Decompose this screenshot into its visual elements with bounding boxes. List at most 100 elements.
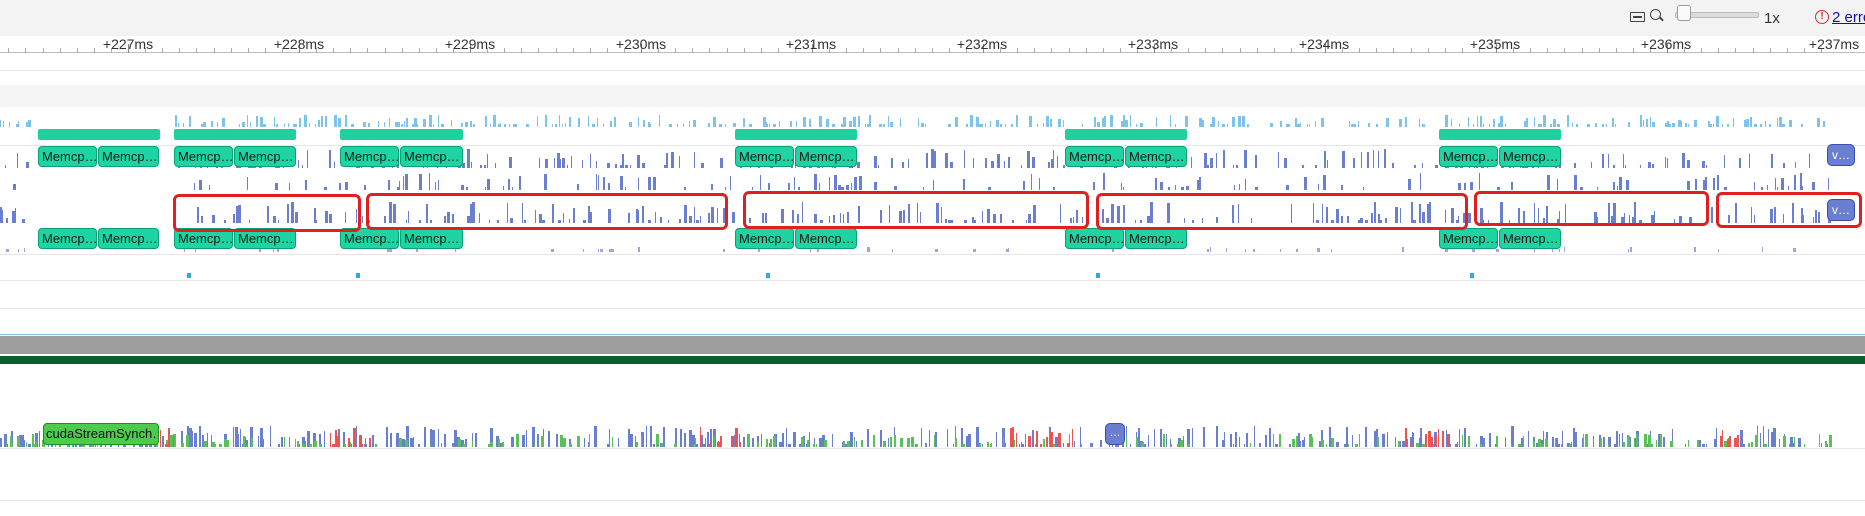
activity-bar[interactable] xyxy=(178,123,179,127)
kernel-bar[interactable] xyxy=(1458,183,1461,190)
kernel-bar[interactable] xyxy=(1255,155,1257,168)
kernel-bar[interactable] xyxy=(1378,151,1379,168)
kernel-bar[interactable] xyxy=(1324,151,1326,168)
kernel-bar[interactable] xyxy=(1207,249,1209,252)
kernel-bar[interactable] xyxy=(841,187,844,190)
cpu-call-bar[interactable] xyxy=(1737,435,1739,447)
kernel-bar[interactable] xyxy=(364,185,366,190)
kernel-bar[interactable] xyxy=(794,177,795,190)
kernel-bar[interactable] xyxy=(1652,164,1654,168)
kernel-bar[interactable] xyxy=(1223,150,1225,168)
kernel-bar[interactable] xyxy=(760,175,761,190)
cpu-call-bar[interactable] xyxy=(1244,444,1245,447)
cpu-call-bar[interactable] xyxy=(911,437,914,447)
cpu-call-bar[interactable] xyxy=(770,439,772,447)
kernel-bar[interactable] xyxy=(1619,177,1622,190)
cpu-call-bar[interactable] xyxy=(584,438,585,447)
cpu-call-bar[interactable] xyxy=(594,426,597,447)
activity-bar[interactable] xyxy=(1227,124,1228,127)
cpu-call-bar[interactable] xyxy=(490,442,493,447)
activity-bar[interactable] xyxy=(719,124,722,127)
kernel-bar[interactable] xyxy=(625,165,628,168)
cpu-call-bar[interactable] xyxy=(1697,440,1699,447)
cpu-call-bar[interactable] xyxy=(297,441,299,447)
kernel-bar[interactable] xyxy=(1775,178,1776,190)
kernel-bar[interactable] xyxy=(1422,163,1423,168)
cpu-call-bar[interactable] xyxy=(472,441,473,447)
kernel-bar[interactable] xyxy=(1302,165,1304,168)
kernel-bar[interactable] xyxy=(612,249,614,252)
kernel-bar[interactable] xyxy=(1244,150,1247,168)
activity-bar[interactable] xyxy=(485,116,487,127)
activity-bar[interactable] xyxy=(1789,120,1792,127)
cpu-call-bar[interactable] xyxy=(1819,434,1820,447)
cpu-call-bar[interactable] xyxy=(612,437,613,447)
activity-bar[interactable] xyxy=(597,118,598,127)
activity-bar[interactable] xyxy=(397,122,400,127)
kernel-bar[interactable] xyxy=(1557,179,1558,190)
kernel-bar[interactable] xyxy=(1008,157,1010,168)
cpu-call-bar[interactable] xyxy=(714,436,715,447)
kernel-bar[interactable] xyxy=(1470,182,1473,190)
kernel-bar[interactable] xyxy=(1103,173,1105,190)
kernel-bar[interactable] xyxy=(963,179,965,190)
activity-bar[interactable] xyxy=(1000,124,1002,127)
cpu-call-bar[interactable] xyxy=(1331,438,1334,447)
cpu-call-bar[interactable] xyxy=(894,435,896,447)
cpu-call-bar[interactable] xyxy=(1025,434,1026,447)
cpu-call-bar[interactable] xyxy=(444,434,446,447)
cpu-call-bar[interactable] xyxy=(1585,434,1588,447)
activity-bar[interactable] xyxy=(1694,120,1697,127)
kernel-bar[interactable] xyxy=(732,212,735,223)
kernel-bar[interactable] xyxy=(814,174,817,190)
kernel-bar[interactable] xyxy=(466,187,468,190)
cpu-call-bar[interactable] xyxy=(1192,428,1193,447)
kernel-bar[interactable] xyxy=(1021,165,1022,168)
cpu-call-bar[interactable] xyxy=(1321,440,1324,447)
memcpy-summary-bar[interactable] xyxy=(735,129,857,140)
kernel-bar[interactable] xyxy=(1497,187,1500,190)
kernel-bar[interactable] xyxy=(1186,186,1189,190)
cpu-call-bar[interactable] xyxy=(1273,434,1274,447)
kernel-bar[interactable] xyxy=(1617,186,1618,190)
activity-bar[interactable] xyxy=(603,124,604,127)
kernel-bar[interactable] xyxy=(583,249,584,252)
kernel-bar[interactable] xyxy=(648,177,651,190)
kernel-bar[interactable] xyxy=(302,165,303,168)
kernel-bar[interactable] xyxy=(416,249,418,252)
cpu-call-bar[interactable] xyxy=(1480,444,1482,447)
activity-bar[interactable] xyxy=(526,124,529,127)
cpu-call-bar[interactable] xyxy=(1377,437,1379,447)
kernel-bar[interactable] xyxy=(195,249,196,252)
cpu-call-bar[interactable] xyxy=(1505,437,1506,447)
activity-bar[interactable] xyxy=(1746,119,1749,127)
activity-bar[interactable] xyxy=(1473,124,1474,127)
kernel-bar[interactable] xyxy=(625,187,626,190)
kernel-bar[interactable] xyxy=(945,153,948,168)
kernel-bar[interactable] xyxy=(810,249,811,252)
cpu-call-bar[interactable] xyxy=(1160,429,1162,447)
cpu-call-bar[interactable] xyxy=(258,436,259,447)
cpu-call-bar[interactable] xyxy=(1798,438,1801,447)
cpu-call-bar[interactable] xyxy=(807,440,809,447)
activity-bar[interactable] xyxy=(749,124,752,127)
activity-bar[interactable] xyxy=(345,115,347,127)
activity-bar[interactable] xyxy=(1202,120,1204,127)
activity-bar[interactable] xyxy=(578,118,580,127)
kernel-bar[interactable] xyxy=(1464,183,1466,190)
kernel-bar[interactable] xyxy=(1057,156,1058,168)
kernel-bar[interactable] xyxy=(923,187,924,190)
cpu-call-bar[interactable] xyxy=(548,431,550,447)
activity-bar[interactable] xyxy=(1750,117,1752,127)
cpu-call-bar[interactable] xyxy=(700,427,701,447)
kernel-bar[interactable] xyxy=(935,249,938,252)
kernel-bar[interactable] xyxy=(878,165,879,168)
cpu-call-bar[interactable] xyxy=(537,434,539,447)
activity-bar[interactable] xyxy=(1646,119,1648,127)
cpu-call-bar[interactable] xyxy=(1365,427,1367,447)
kernel-bar[interactable] xyxy=(259,249,261,252)
activity-bar[interactable] xyxy=(1628,122,1630,127)
cpu-call-bar[interactable] xyxy=(890,437,892,447)
cpu-call-bar[interactable] xyxy=(418,444,420,447)
cpu-call-bar[interactable] xyxy=(962,444,965,447)
